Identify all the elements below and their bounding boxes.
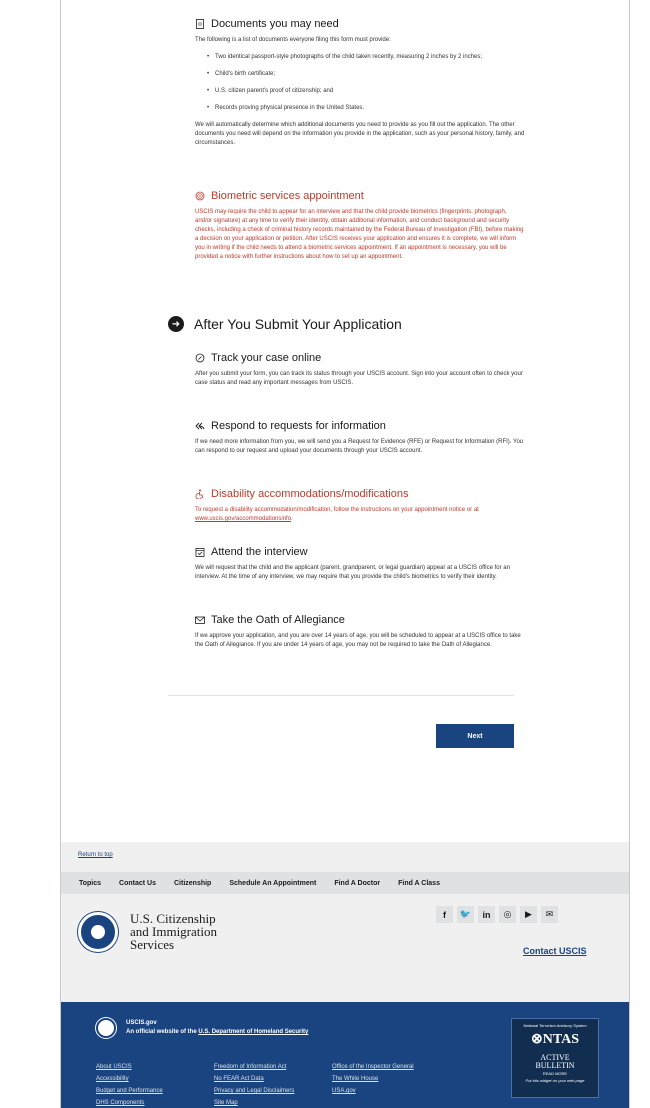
disability-heading: Disability accommodations/modifications xyxy=(195,488,525,500)
after-submit-title: After You Submit Your Application xyxy=(194,316,402,332)
interview-body: We will request that the child and the a… xyxy=(195,565,510,580)
interview-title: Attend the interview xyxy=(211,546,308,558)
twitter-icon[interactable]: 🐦 xyxy=(457,906,474,923)
divider xyxy=(168,695,514,696)
footer-nav-class[interactable]: Find A Class xyxy=(398,880,440,887)
ntas-read-more[interactable]: READ MORE xyxy=(512,1071,598,1076)
email-icon[interactable]: ✉ xyxy=(541,906,558,923)
biometric-heading: Biometric services appointment xyxy=(195,190,525,202)
disability-body: To request a disability accommodation/mo… xyxy=(195,507,479,522)
official-prefix: An official website of the xyxy=(126,1029,197,1035)
footer-link[interactable]: About USCIS xyxy=(96,1064,214,1070)
oath-section: Take the Oath of Allegiance If we approv… xyxy=(195,614,525,650)
dhs-link[interactable]: U.S. Department of Homeland Security xyxy=(198,1029,308,1035)
documents-title: Documents you may need xyxy=(211,18,339,30)
oath-heading: Take the Oath of Allegiance xyxy=(195,614,525,626)
disability-title: Disability accommodations/modifications xyxy=(211,488,409,500)
track-section: Track your case online After you submit … xyxy=(195,352,525,388)
documents-outro: We will automatically determine which ad… xyxy=(195,122,525,146)
official-text: An official website of the U.S. Departme… xyxy=(126,1029,308,1035)
ntas-bulletin: BULLETIN xyxy=(535,1061,575,1070)
documents-heading: Documents you may need xyxy=(195,18,525,30)
footer-links: About USCIS Freedom of Information Act O… xyxy=(96,1064,450,1106)
instagram-icon[interactable]: ◎ xyxy=(499,906,516,923)
footer-link[interactable]: The White House xyxy=(332,1076,450,1082)
calendar-check-icon xyxy=(195,548,205,557)
respond-section: Respond to requests for information If w… xyxy=(195,420,525,456)
reply-all-icon xyxy=(195,422,205,430)
interview-section: Attend the interview We will request tha… xyxy=(195,546,525,582)
agency-name[interactable]: U.S. Citizenship and Immigration Service… xyxy=(130,912,217,951)
contact-uscis-link[interactable]: Contact USCIS xyxy=(523,946,587,956)
list-item: Child's birth certificate; xyxy=(207,70,507,79)
document-icon xyxy=(196,19,204,29)
footer-link[interactable]: Privacy and Legal Disclaimers xyxy=(214,1088,332,1094)
track-title: Track your case online xyxy=(211,352,322,364)
envelope-icon xyxy=(195,616,205,624)
facebook-icon[interactable]: f xyxy=(436,906,453,923)
after-submit-heading: ➜ After You Submit Your Application xyxy=(168,316,402,332)
footer-link[interactable]: Site Map xyxy=(214,1100,332,1106)
accommodations-link[interactable]: www.uscis.gov/accommodationsinfo xyxy=(195,516,291,522)
footer-nav-schedule[interactable]: Schedule An Appointment xyxy=(229,880,316,887)
site-name: USCIS.gov xyxy=(126,1020,157,1026)
footer-link[interactable]: Freedom of Information Act xyxy=(214,1064,332,1070)
biometric-title: Biometric services appointment xyxy=(211,190,364,202)
documents-intro: The following is a list of documents eve… xyxy=(195,37,391,43)
footer-link[interactable]: DHS Components xyxy=(96,1100,214,1106)
biometric-body: USCIS may require the child to appear fo… xyxy=(195,209,524,260)
fingerprint-icon xyxy=(195,191,205,201)
return-to-top-link[interactable]: Return to top xyxy=(78,852,113,858)
footer-link[interactable]: USA.gov xyxy=(332,1088,450,1094)
dhs-mini-seal xyxy=(96,1018,116,1038)
youtube-icon[interactable]: ▶ xyxy=(520,906,537,923)
compass-icon xyxy=(195,353,205,363)
respond-heading: Respond to requests for information xyxy=(195,420,525,432)
documents-section: Documents you may need The following is … xyxy=(195,18,525,148)
arrow-right-circle-icon: ➜ xyxy=(168,316,184,332)
disability-text: To request a disability accommodation/mo… xyxy=(195,507,479,513)
ntas-widget[interactable]: National Terrorism Advisory System ⊗NTAS… xyxy=(511,1018,599,1098)
disability-section: Disability accommodations/modifications … xyxy=(195,488,525,524)
dhs-seal-logo[interactable] xyxy=(78,912,118,952)
linkedin-icon[interactable]: in xyxy=(478,906,495,923)
footer-link[interactable]: No FEAR Act Data xyxy=(214,1076,332,1082)
social-links: f 🐦 in ◎ ▶ ✉ xyxy=(436,906,558,923)
respond-title: Respond to requests for information xyxy=(211,420,386,432)
agency-line: Services xyxy=(130,937,175,952)
accessibility-icon xyxy=(195,489,204,499)
official-site-banner: USCIS.gov An official website of the U.S… xyxy=(126,1020,308,1035)
footer-nav-doctor[interactable]: Find A Doctor xyxy=(334,880,380,887)
footer-nav: Topics Contact Us Citizenship Schedule A… xyxy=(61,872,629,894)
biometric-section: Biometric services appointment USCIS may… xyxy=(195,190,525,262)
ntas-logo-text: NTAS xyxy=(542,1032,580,1047)
footer-nav-topics[interactable]: Topics xyxy=(79,880,101,887)
track-heading: Track your case online xyxy=(195,352,525,364)
footer-link[interactable]: Accessibility xyxy=(96,1076,214,1082)
oath-title: Take the Oath of Allegiance xyxy=(211,614,345,626)
footer-link[interactable]: Office of the Inspector General xyxy=(332,1064,450,1070)
list-item: Two identical passport-style photographs… xyxy=(207,53,507,62)
oath-body: If we approve your application, and you … xyxy=(195,633,521,648)
interview-heading: Attend the interview xyxy=(195,546,525,558)
footer-nav-citizenship[interactable]: Citizenship xyxy=(174,880,211,887)
ntas-logo: ⊗NTAS xyxy=(530,1032,580,1047)
footer-nav-contact[interactable]: Contact Us xyxy=(119,880,156,887)
ntas-heading: National Terrorism Advisory System xyxy=(523,1023,587,1028)
footer-link[interactable]: Budget and Performance xyxy=(96,1088,214,1094)
respond-body: If we need more information from you, we… xyxy=(195,439,524,454)
track-body: After you submit your form, you can trac… xyxy=(195,371,523,386)
list-item: Records proving physical presence in the… xyxy=(207,104,507,113)
list-item: U.S. citizen parent's proof of citizensh… xyxy=(207,87,507,96)
next-button[interactable]: Next xyxy=(436,724,514,748)
documents-list: Two identical passport-style photographs… xyxy=(195,53,525,113)
ntas-put-widget[interactable]: Put this widget on your web page xyxy=(512,1078,598,1083)
